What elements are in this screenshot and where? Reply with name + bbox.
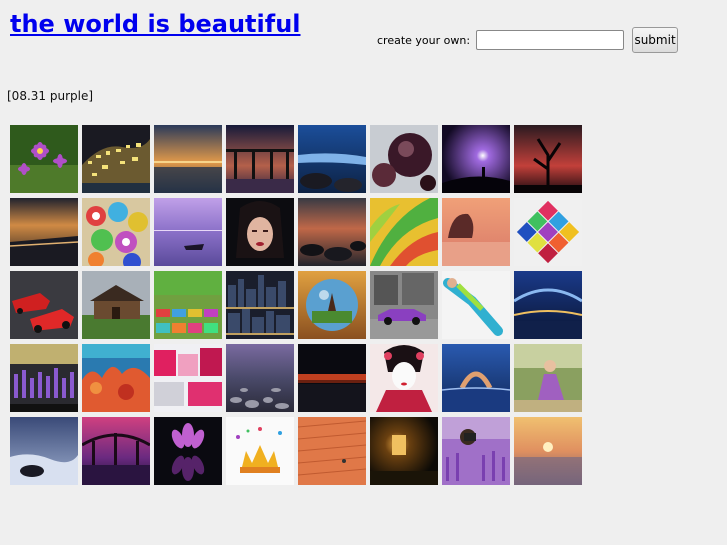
- thumbnail-30[interactable]: [370, 344, 438, 412]
- thumbnail-5[interactable]: [298, 125, 366, 193]
- thumbnail-4[interactable]: [226, 125, 294, 193]
- coral-reef-photo-icon: [82, 344, 150, 412]
- water-yoga-photo-icon: [442, 344, 510, 412]
- rock-arch-photo-icon: [442, 198, 510, 266]
- thumbnail-14[interactable]: [370, 198, 438, 266]
- thumbnail-37[interactable]: [298, 417, 366, 485]
- create-input[interactable]: [476, 30, 625, 50]
- thumbnail-9[interactable]: [10, 198, 78, 266]
- thumbnail-31[interactable]: [442, 344, 510, 412]
- thumbnail-32[interactable]: [514, 344, 582, 412]
- thumbnail-39[interactable]: [442, 417, 510, 485]
- thumbnail-35[interactable]: [154, 417, 222, 485]
- thumbnail-24[interactable]: [514, 271, 582, 339]
- thumbnail-11[interactable]: [154, 198, 222, 266]
- pebble-beach-photo-icon: [226, 344, 294, 412]
- thumbnail-29[interactable]: [298, 344, 366, 412]
- purple-car-street-photo-icon: [370, 271, 438, 339]
- boat-lake-photo-icon: [154, 198, 222, 266]
- red-cars-photo-icon: [10, 271, 78, 339]
- planet-spheres-photo-icon: [370, 125, 438, 193]
- blue-coast-photo-icon: [298, 125, 366, 193]
- thumbnail-6[interactable]: [370, 125, 438, 193]
- city-skyline-photo-icon: [226, 271, 294, 339]
- date-label: [08.31 purple]: [7, 89, 94, 103]
- thumbnail-26[interactable]: [82, 344, 150, 412]
- thumbnail-1[interactable]: [10, 125, 78, 193]
- dead-tree-photo-icon: [514, 125, 582, 193]
- thumbnail-7[interactable]: [442, 125, 510, 193]
- thumbnail-15[interactable]: [442, 198, 510, 266]
- hazy-sunset-sea-photo-icon: [514, 417, 582, 485]
- thumbnail-13[interactable]: [298, 198, 366, 266]
- site-title-link[interactable]: the world is beautiful: [10, 10, 301, 38]
- colorful-quilt-photo-icon: [514, 198, 582, 266]
- thumbnail-grid: [10, 125, 582, 485]
- thumbnail-25[interactable]: [10, 344, 78, 412]
- thumbnail-38[interactable]: [370, 417, 438, 485]
- colorful-stools-photo-icon: [154, 271, 222, 339]
- rocky-beach-photo-icon: [298, 198, 366, 266]
- photographer-lavender-photo-icon: [442, 417, 510, 485]
- thumbnail-12[interactable]: [226, 198, 294, 266]
- thumbnail-8[interactable]: [514, 125, 582, 193]
- coastal-town-photo-icon: [82, 125, 150, 193]
- brick-wall-photo-icon: [298, 417, 366, 485]
- floating-dancer-photo-icon: [442, 271, 510, 339]
- flower-photo-icon: [10, 125, 78, 193]
- lotus-reflection-photo-icon: [154, 417, 222, 485]
- thumbnail-22[interactable]: [370, 271, 438, 339]
- lantern-dark-photo-icon: [370, 417, 438, 485]
- thumbnail-3[interactable]: [154, 125, 222, 193]
- thumbnail-40[interactable]: [514, 417, 582, 485]
- lavender-field-photo-icon: [10, 344, 78, 412]
- woman-portrait-photo-icon: [226, 198, 294, 266]
- colorful-building-photo-icon: [154, 344, 222, 412]
- thumbnail-21[interactable]: [298, 271, 366, 339]
- wooden-house-photo-icon: [82, 271, 150, 339]
- thumbnail-27[interactable]: [154, 344, 222, 412]
- crystal-ball-photo-icon: [298, 271, 366, 339]
- night-bridge-photo-icon: [514, 271, 582, 339]
- pink-bridge-photo-icon: [82, 417, 150, 485]
- bridge-dusk-photo-icon: [226, 125, 294, 193]
- thumbnail-36[interactable]: [226, 417, 294, 485]
- create-form: create your own: submit: [377, 27, 679, 53]
- thumbnail-19[interactable]: [154, 271, 222, 339]
- thumbnail-16[interactable]: [514, 198, 582, 266]
- thumbnail-28[interactable]: [226, 344, 294, 412]
- thumbnail-10[interactable]: [82, 198, 150, 266]
- create-label: create your own:: [377, 33, 471, 47]
- shore-sunset-photo-icon: [10, 198, 78, 266]
- dark-horizon-photo-icon: [298, 344, 366, 412]
- thumbnail-33[interactable]: [10, 417, 78, 485]
- submit-button[interactable]: submit: [632, 27, 679, 53]
- glowing-figure-photo-icon: [442, 125, 510, 193]
- splash-crown-photo-icon: [226, 417, 294, 485]
- thumbnail-34[interactable]: [82, 417, 150, 485]
- colorful-cups-photo-icon: [82, 198, 150, 266]
- girl-in-field-photo-icon: [514, 344, 582, 412]
- thumbnail-2[interactable]: [82, 125, 150, 193]
- tropical-leaves-photo-icon: [370, 198, 438, 266]
- wave-rock-photo-icon: [10, 417, 78, 485]
- thumbnail-17[interactable]: [10, 271, 78, 339]
- thumbnail-23[interactable]: [442, 271, 510, 339]
- thumbnail-18[interactable]: [82, 271, 150, 339]
- sunset-sea-photo-icon: [154, 125, 222, 193]
- thumbnail-20[interactable]: [226, 271, 294, 339]
- geisha-photo-icon: [370, 344, 438, 412]
